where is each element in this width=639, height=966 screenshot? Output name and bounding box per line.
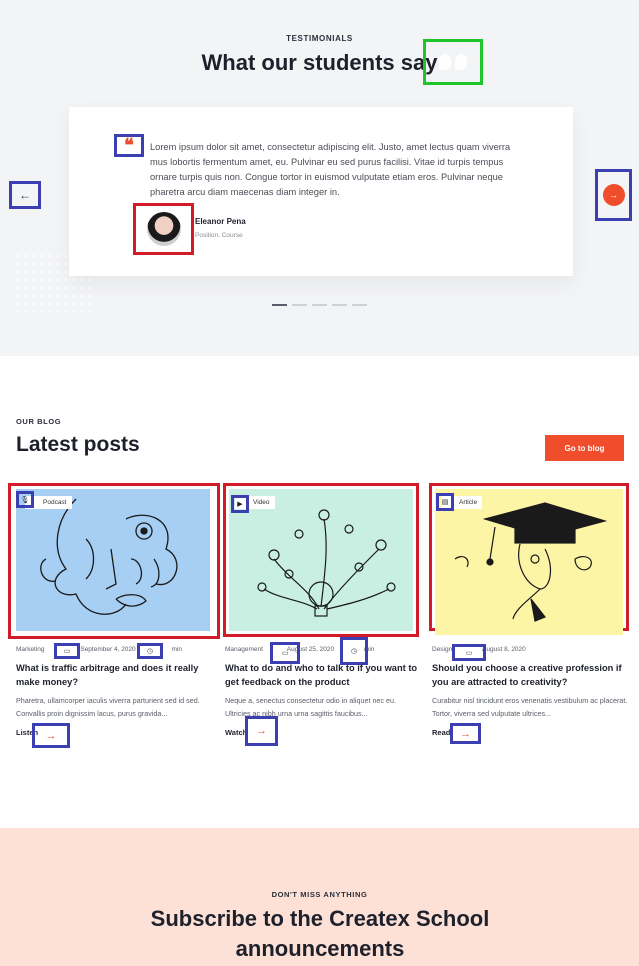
blog-eyebrow: OUR BLOG <box>16 417 62 426</box>
pagination-dot[interactable] <box>292 304 307 306</box>
clock-icon: ◷ <box>137 643 163 659</box>
blog-title: Latest posts <box>16 433 140 456</box>
arrow-right-icon[interactable]: → <box>245 716 278 746</box>
author-avatar-frame <box>133 203 194 255</box>
quote-decoration-icon <box>423 39 483 85</box>
post-image[interactable] <box>435 489 623 635</box>
pagination-dot[interactable] <box>312 304 327 306</box>
post-title[interactable]: Should you choose a creative profession … <box>432 661 628 689</box>
video-icon: ▶ <box>231 495 249 513</box>
post-image[interactable] <box>16 489 210 631</box>
calendar-icon: ▭ <box>54 643 80 659</box>
microphone-icon: 🎙 <box>16 491 34 508</box>
testimonial-quote: Lorem ipsum dolor sit amet, consectetur … <box>150 142 511 197</box>
post-link[interactable]: Watch <box>225 728 247 737</box>
next-arrow-button[interactable]: → <box>595 169 632 221</box>
testimonial-card: ❝ Lorem ipsum dolor sit amet, consectetu… <box>69 107 573 276</box>
author-role: Position, Course <box>195 232 243 239</box>
post-excerpt: Pharetra, ullamcorper iaculis viverra pa… <box>16 696 200 718</box>
post-duration: min <box>171 646 182 653</box>
testimonials-title: What our students say <box>201 50 438 75</box>
arrow-left-icon: ← <box>19 188 31 202</box>
post-category: Marketing <box>16 646 45 653</box>
calendar-icon: ▭ <box>452 644 486 661</box>
go-to-blog-button[interactable]: Go to blog <box>545 435 624 461</box>
post-link[interactable]: Read <box>432 728 450 737</box>
face-illustration <box>40 498 178 615</box>
post-excerpt: Curabitur nisl tincidunt eros venenatis … <box>432 696 628 718</box>
pagination-dot[interactable] <box>272 304 287 306</box>
quote-icon: ❝ <box>114 134 144 157</box>
lightbulbs-illustration <box>257 509 396 617</box>
author-name: Eleanor Pena <box>195 217 246 226</box>
post-date: August 8, 2020 <box>482 646 526 653</box>
prev-arrow-button[interactable]: ← <box>9 181 41 209</box>
arrow-right-icon[interactable]: → <box>450 723 481 744</box>
post-category: Design <box>432 646 453 653</box>
carousel-pagination <box>272 304 367 306</box>
post-date: September 4, 2020 <box>80 646 136 653</box>
subscribe-section: DON'T MISS ANYTHING Subscribe to the Cre… <box>0 828 639 966</box>
article-icon: ▤ <box>436 493 454 511</box>
avatar <box>146 212 181 246</box>
post-category: Management <box>225 646 263 653</box>
post-image[interactable] <box>229 489 413 631</box>
graduate-illustration <box>454 502 608 622</box>
subscribe-eyebrow: DON'T MISS ANYTHING <box>271 890 368 899</box>
post-title[interactable]: What is traffic arbitrage and does it re… <box>16 661 212 689</box>
pagination-dot[interactable] <box>332 304 347 306</box>
arrow-right-icon[interactable]: → <box>32 723 70 748</box>
pagination-dot[interactable] <box>352 304 367 306</box>
arrow-right-icon: → <box>602 184 625 206</box>
testimonials-section: TESTIMONIALS What our students say ← ❝ L… <box>0 0 639 356</box>
testimonials-eyebrow: TESTIMONIALS <box>286 34 353 43</box>
post-title[interactable]: What to do and who to talk to if you wan… <box>225 661 421 689</box>
subscribe-title: Subscribe to the Createx School announce… <box>150 906 490 961</box>
